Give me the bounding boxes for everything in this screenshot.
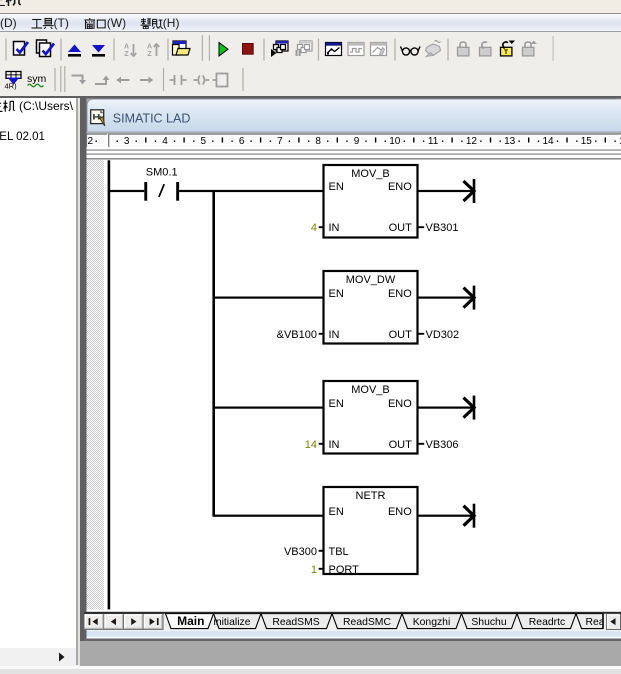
svg-text:VD302: VD302 [426,329,460,341]
svg-text:EN: EN [329,398,344,410]
svg-text:3: 3 [124,136,130,147]
svg-text:8: 8 [315,136,321,147]
svg-text:ENO: ENO [388,398,412,410]
svg-text:ReadSMS: ReadSMS [272,617,319,628]
svg-text:A: A [147,44,152,51]
svg-text:IN: IN [329,439,340,451]
svg-text:Z: Z [124,51,129,58]
svg-text:15: 15 [581,136,593,147]
svg-text:2: 2 [88,136,94,147]
svg-text:VB300: VB300 [284,546,317,558]
svg-text:SM0.1: SM0.1 [146,167,178,179]
svg-text:9: 9 [354,136,360,147]
svg-text:14: 14 [305,439,317,451]
svg-text:6: 6 [239,136,245,147]
svg-text:4: 4 [311,222,317,234]
svg-text:A: A [124,44,129,51]
svg-text:MOV_B: MOV_B [351,168,390,180]
svg-text:Rea: Rea [585,617,604,628]
svg-text:4R): 4R) [5,82,18,91]
svg-text:MOV_DW: MOV_DW [346,274,396,286]
svg-text:Readrtc: Readrtc [529,617,565,628]
svg-text:EN: EN [329,181,344,193]
svg-text:4: 4 [162,136,168,147]
svg-text:1: 1 [311,564,317,576]
svg-text:13: 13 [504,136,516,147]
svg-text:IN: IN [329,222,340,234]
svg-text:Main: Main [177,614,204,628]
svg-text:ENO: ENO [388,288,412,300]
svg-text:12: 12 [466,136,478,147]
svg-text:sym: sym [27,73,47,85]
svg-text:ENO: ENO [388,506,412,518]
svg-text:ReadSMC: ReadSMC [343,617,391,628]
svg-text:MOV_B: MOV_B [351,384,390,396]
svg-text:5: 5 [201,136,207,147]
svg-text:Kongzhi: Kongzhi [413,617,451,628]
svg-text:OUT: OUT [389,222,413,234]
svg-text:VB301: VB301 [426,222,459,234]
svg-text:7: 7 [277,136,283,147]
svg-text:PORT: PORT [329,564,360,576]
svg-text:11: 11 [428,136,439,147]
svg-text:14: 14 [542,136,554,147]
svg-text:Shuchu: Shuchu [471,617,506,628]
svg-text:SIMATIC LAD: SIMATIC LAD [113,112,191,126]
svg-text:TBL: TBL [329,546,349,558]
svg-text:EN: EN [329,288,344,300]
svg-text:&VB100: &VB100 [277,329,317,341]
svg-text:initialize: initialize [214,617,251,628]
svg-text:IN: IN [329,329,340,341]
svg-text:ENO: ENO [388,181,412,193]
svg-text:EN: EN [329,506,344,518]
svg-text:Z: Z [147,51,152,58]
svg-text:OUT: OUT [389,329,413,341]
svg-text:NETR: NETR [356,490,386,502]
svg-text:10: 10 [389,136,401,147]
svg-text:T: T [504,49,508,56]
svg-text:VB306: VB306 [426,439,459,451]
svg-text:OUT: OUT [389,439,413,451]
